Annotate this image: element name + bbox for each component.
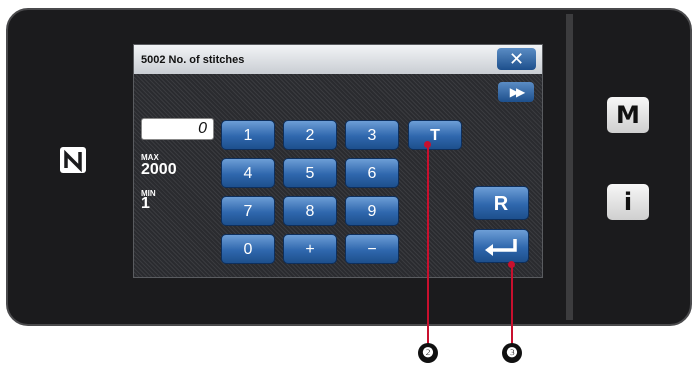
teach-key[interactable]: T: [408, 120, 462, 150]
enter-button[interactable]: [473, 229, 529, 263]
callout-badge-2: ❷: [418, 343, 438, 363]
input-screen: 5002 No. of stitches ✕ ▶▶ 0 MAX 2000 MIN…: [133, 44, 543, 278]
callout-line-2: [427, 146, 429, 344]
stitch-count-field[interactable]: 0: [141, 118, 214, 140]
min-value: 1: [141, 195, 150, 212]
next-button[interactable]: ▶▶: [498, 82, 534, 102]
title-bar: 5002 No. of stitches ✕: [134, 45, 542, 74]
key-7[interactable]: 7: [221, 196, 275, 226]
menu-button[interactable]: M: [607, 97, 649, 133]
key-1[interactable]: 1: [221, 120, 275, 150]
enter-icon: [485, 239, 517, 256]
info-button[interactable]: i: [607, 184, 649, 220]
key-minus[interactable]: −: [345, 234, 399, 264]
key-0[interactable]: 0: [221, 234, 275, 264]
key-6[interactable]: 6: [345, 158, 399, 188]
key-8[interactable]: 8: [283, 196, 337, 226]
bezel-divider: [566, 14, 573, 320]
reset-button[interactable]: R: [473, 186, 529, 220]
callout-badge-3: ❸: [502, 343, 522, 363]
callout-line-3: [511, 266, 513, 344]
key-3[interactable]: 3: [345, 120, 399, 150]
nfc-icon: [60, 147, 86, 173]
key-2[interactable]: 2: [283, 120, 337, 150]
max-value: 2000: [141, 161, 177, 178]
key-5[interactable]: 5: [283, 158, 337, 188]
key-plus[interactable]: +: [283, 234, 337, 264]
close-button[interactable]: ✕: [497, 48, 536, 70]
key-4[interactable]: 4: [221, 158, 275, 188]
key-9[interactable]: 9: [345, 196, 399, 226]
window-title: 5002 No. of stitches: [141, 54, 245, 66]
